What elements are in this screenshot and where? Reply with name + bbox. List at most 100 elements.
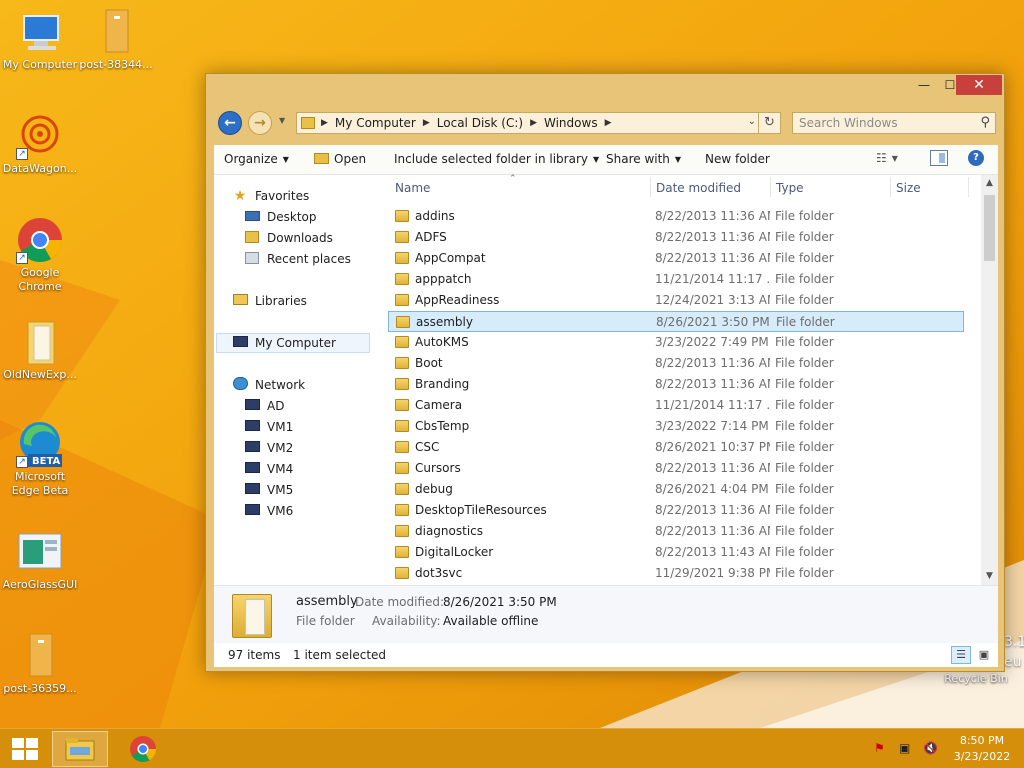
change-view-button[interactable]: ☷ ▼ <box>876 151 898 165</box>
table-row[interactable]: Branding 8/22/2013 11:36 AM File folder <box>388 374 964 395</box>
column-header-date[interactable]: Date modified <box>656 181 741 195</box>
file-name: Branding <box>415 377 470 391</box>
nav-recent-places[interactable]: Recent places <box>244 249 351 269</box>
breadcrumb-local-disk[interactable]: Local Disk (C:) <box>437 116 523 130</box>
nav-network-vm2[interactable]: VM2 <box>244 438 293 458</box>
table-row[interactable]: diagnostics 8/22/2013 11:36 AM File folder <box>388 521 964 542</box>
table-row[interactable]: Cursors 8/22/2013 11:36 AM File folder <box>388 458 964 479</box>
scroll-down-icon[interactable]: ▼ <box>981 568 998 585</box>
file-explorer-window: — ☐ ✕ ← → ▼ ▶ My Computer ▶ Local Disk (… <box>205 73 1005 672</box>
taskbar-clock[interactable]: 8:50 PM 3/23/2022 <box>950 733 1014 765</box>
details-availability-label: Availability: <box>372 614 441 628</box>
chevron-right-icon: ▶ <box>321 118 328 128</box>
scrollbar-thumb[interactable] <box>984 195 995 261</box>
chevron-right-icon[interactable]: ▶ <box>423 118 430 128</box>
table-row[interactable]: DigitalLocker 8/22/2013 11:43 AM File fold… <box>388 542 964 563</box>
open-button[interactable]: Open <box>314 152 366 166</box>
help-button[interactable]: ? <box>968 150 984 166</box>
preview-pane-button[interactable] <box>930 150 948 166</box>
details-view-button[interactable]: ☰ <box>951 646 971 664</box>
file-type: File folder <box>775 398 834 412</box>
sort-ascending-icon: ⌃ <box>509 174 517 184</box>
chevron-right-icon[interactable]: ▶ <box>605 118 612 128</box>
shortcut-arrow-icon: ↗ <box>16 252 28 264</box>
folder-icon <box>395 273 409 285</box>
nav-network-vm1[interactable]: VM1 <box>244 417 293 437</box>
folder-icon <box>395 525 409 537</box>
shortcut-arrow-icon: ↗ <box>16 148 28 160</box>
address-bar[interactable]: ▶ My Computer ▶ Local Disk (C:) ▶ Window… <box>296 112 781 134</box>
table-row[interactable]: ADFS 8/22/2013 11:36 AM File folder <box>388 227 964 248</box>
table-row[interactable]: CbsTemp 3/23/2022 7:14 PM File folder <box>388 416 964 437</box>
desktop-icon-recycle-bin[interactable]: Recycle Bin <box>936 672 1016 686</box>
nav-downloads[interactable]: Downloads <box>244 228 333 248</box>
table-row[interactable]: Boot 8/22/2013 11:36 AM File folder <box>388 353 964 374</box>
column-header-type[interactable]: Type <box>776 181 804 195</box>
nav-network[interactable]: Network <box>232 375 305 395</box>
table-row[interactable]: AppCompat 8/22/2013 11:36 AM File folder <box>388 248 964 269</box>
desktop-icon-aeroglassgui[interactable]: AeroGlassGUI <box>0 528 80 592</box>
nav-network-ad[interactable]: AD <box>244 396 284 416</box>
action-center-flag-icon[interactable]: ⚑ <box>874 741 885 755</box>
taskbar-file-explorer[interactable] <box>52 731 108 767</box>
include-in-library-button[interactable]: Include selected folder in library ▼ <box>394 152 599 166</box>
address-dropdown-icon[interactable]: ⌄ <box>748 116 756 127</box>
recent-locations-dropdown[interactable]: ▼ <box>279 116 285 125</box>
new-folder-button[interactable]: New folder <box>705 152 770 166</box>
desktop-icon-my-computer[interactable]: My Computer <box>0 8 80 72</box>
table-row[interactable]: addins 8/22/2013 11:36 AM File folder <box>388 206 964 227</box>
nav-my-computer[interactable]: My Computer <box>216 333 370 353</box>
desktop-icon-post-36359[interactable]: post-36359... <box>0 632 80 696</box>
table-row[interactable]: CSC 8/26/2021 10:37 PM File folder <box>388 437 964 458</box>
back-button[interactable]: ← <box>218 111 242 135</box>
vertical-scrollbar[interactable]: ▲ ▼ <box>981 175 998 585</box>
desktop-icon-oldnewexp[interactable]: OldNewExp... <box>0 318 80 382</box>
taskbar-chrome[interactable] <box>115 731 171 767</box>
folder-icon <box>395 483 409 495</box>
close-button[interactable]: ✕ <box>956 75 1002 95</box>
minimize-button[interactable]: — <box>910 75 938 95</box>
desktop-icon-post-38344[interactable]: post-38344... <box>76 8 156 72</box>
share-with-button[interactable]: Share with ▼ <box>606 152 681 166</box>
forward-button[interactable]: → <box>248 111 272 135</box>
nav-favorites[interactable]: ★ Favorites <box>232 186 310 206</box>
aeroglass-icon <box>16 528 64 576</box>
column-header-size[interactable]: Size <box>896 181 921 195</box>
table-row[interactable]: debug 8/26/2021 4:04 PM File folder <box>388 479 964 500</box>
table-row[interactable]: assembly 8/26/2021 3:50 PM File folder <box>388 311 964 332</box>
table-row[interactable]: dot3svc 11/29/2021 9:38 PM File folder <box>388 563 964 584</box>
breadcrumb-windows[interactable]: Windows <box>544 116 598 130</box>
computer-icon <box>244 483 260 494</box>
nav-network-vm5[interactable]: VM5 <box>244 480 293 500</box>
large-icons-view-button[interactable]: ▣ <box>974 646 994 664</box>
volume-muted-icon[interactable]: 🔇 <box>923 741 938 755</box>
folder-icon <box>395 462 409 474</box>
file-date: 8/22/2013 11:36 AM <box>655 377 770 391</box>
nav-network-vm6[interactable]: VM6 <box>244 501 293 521</box>
chrome-icon <box>130 736 157 762</box>
desktop-icon-datawagon[interactable]: ↗ DataWagon... <box>0 112 80 176</box>
start-button[interactable] <box>12 738 38 760</box>
folder-icon <box>395 252 409 264</box>
scroll-up-icon[interactable]: ▲ <box>981 175 998 192</box>
refresh-icon[interactable]: ↻ <box>758 113 780 133</box>
desktop-icon-edge-beta[interactable]: BETA ↗ Microsoft Edge Beta <box>0 420 80 498</box>
search-input[interactable]: Search Windows ⚲ <box>792 112 996 134</box>
chevron-right-icon[interactable]: ▶ <box>530 118 537 128</box>
network-icon[interactable]: ▣ <box>899 741 910 755</box>
search-icon[interactable]: ⚲ <box>980 115 990 130</box>
window-titlebar[interactable]: — ☐ ✕ <box>206 74 1004 102</box>
organize-button[interactable]: Organize ▼ <box>224 152 289 166</box>
nav-libraries[interactable]: Libraries <box>232 291 307 311</box>
nav-network-vm4[interactable]: VM4 <box>244 459 293 479</box>
breadcrumb-my-computer[interactable]: My Computer <box>335 116 416 130</box>
table-row[interactable]: apppatch 11/21/2014 11:17 ... File folder <box>388 269 964 290</box>
table-row[interactable]: Camera 11/21/2014 11:17 ... File folder <box>388 395 964 416</box>
nav-desktop[interactable]: Desktop <box>244 207 317 227</box>
table-row[interactable]: DesktopTileResources 8/22/2013 11:36 AM Fi… <box>388 500 964 521</box>
file-name: AppReadiness <box>415 293 500 307</box>
table-row[interactable]: AppReadiness 12/24/2021 3:13 AM File folde… <box>388 290 964 311</box>
table-row[interactable]: AutoKMS 3/23/2022 7:49 PM File folder <box>388 332 964 353</box>
desktop-icon-google-chrome[interactable]: ↗ Google Chrome <box>0 216 80 294</box>
column-header-name[interactable]: Name <box>395 181 430 195</box>
